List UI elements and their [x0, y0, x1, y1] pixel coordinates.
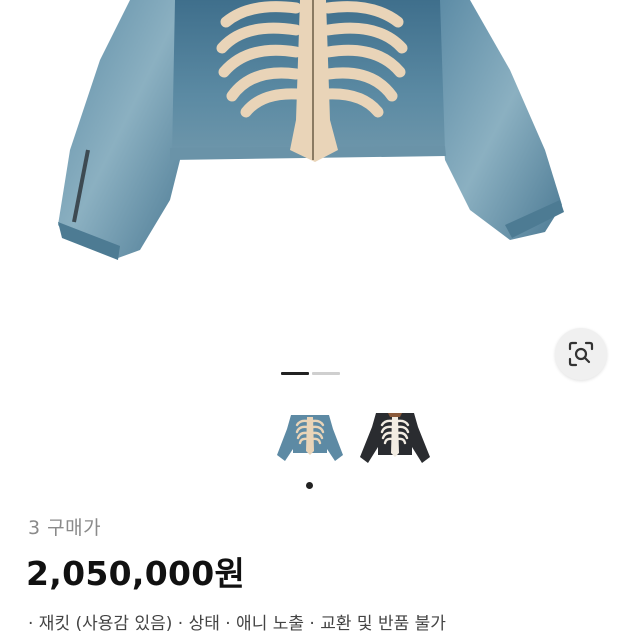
- carousel-indicator-active: [281, 372, 309, 375]
- thumbnail-black-jacket[interactable]: [358, 405, 432, 469]
- thumbnail-blue-jacket[interactable]: [273, 405, 347, 469]
- buyer-count-label: 3 구매가: [28, 517, 102, 539]
- product-description-preview: · 재킷 (사용감 있음) · 상태 · 애니 노출 · 교환 및 반품 불가: [28, 614, 446, 634]
- image-search-icon: [568, 341, 594, 367]
- image-search-button[interactable]: [555, 328, 607, 380]
- product-image[interactable]: [0, 0, 620, 330]
- thumbnail-selected-dot: [306, 482, 313, 489]
- carousel-indicator-inactive: [312, 372, 340, 375]
- jacket-illustration: [58, 0, 564, 260]
- product-price: 2,050,000원: [26, 554, 246, 593]
